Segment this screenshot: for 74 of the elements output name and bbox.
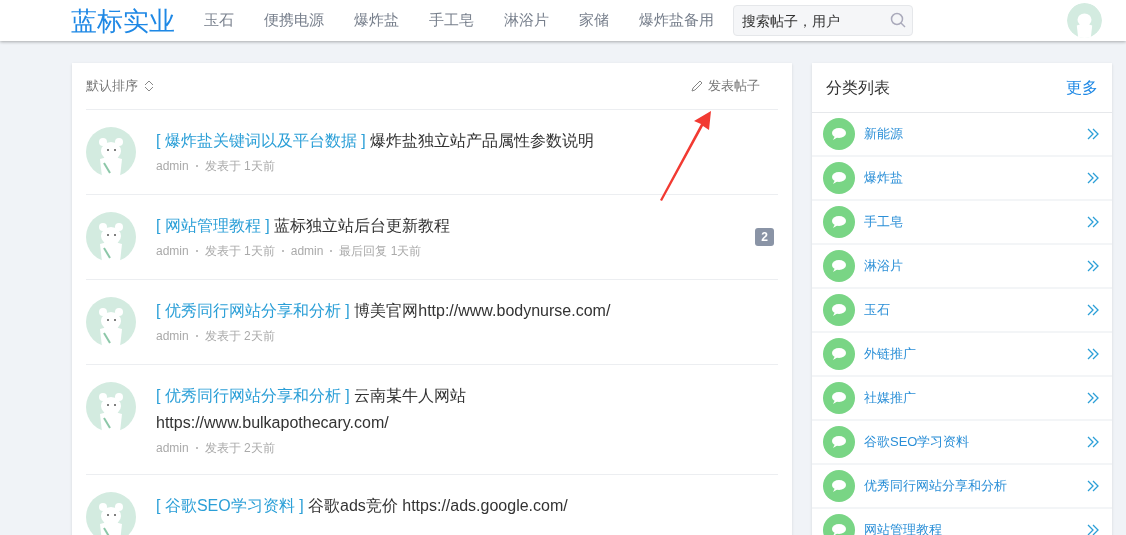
- post-meta: 发表于 1天前: [204, 243, 275, 260]
- nav-link[interactable]: 家储: [564, 9, 624, 32]
- double-chevron-icon: [1086, 479, 1100, 493]
- double-chevron-icon: [1086, 435, 1100, 449]
- avatar-icon: [86, 382, 136, 432]
- panel-title: 分类列表: [826, 77, 890, 98]
- chat-bubble-icon: [823, 250, 855, 282]
- chat-bubble-icon: [823, 426, 855, 458]
- category-item[interactable]: 社媒推广: [812, 377, 1112, 421]
- pencil-icon: [690, 79, 704, 93]
- category-item[interactable]: 玉石: [812, 289, 1112, 333]
- double-chevron-icon: [1086, 127, 1100, 141]
- double-chevron-icon: [1086, 391, 1100, 405]
- post-meta: admin: [156, 158, 189, 175]
- avatar-icon: [86, 212, 136, 262]
- category-name: 谷歌SEO学习资料: [864, 433, 970, 452]
- category-name: 新能源: [864, 125, 903, 144]
- post-meta: admin: [156, 440, 189, 457]
- post-meta: 发表于 2天前: [204, 440, 275, 457]
- category-item[interactable]: 淋浴片: [812, 245, 1112, 289]
- nav-link[interactable]: 淋浴片: [489, 9, 564, 32]
- new-post-button[interactable]: 发表帖子: [690, 76, 760, 96]
- category-item[interactable]: 优秀同行网站分享和分析: [812, 465, 1112, 509]
- avatar-icon: [86, 127, 136, 177]
- chat-bubble-icon: [823, 338, 855, 370]
- double-chevron-icon: [1086, 347, 1100, 361]
- post-meta: 发表于 1天前: [204, 158, 275, 175]
- post-meta: 最后回复 1天前: [339, 243, 422, 260]
- category-name: 手工皂: [864, 213, 903, 232]
- chat-bubble-icon: [823, 162, 855, 194]
- post-meta: admin: [156, 243, 189, 260]
- search-field[interactable]: 搜索帖子，用户: [733, 5, 913, 36]
- nav-link[interactable]: 爆炸盐: [339, 9, 414, 32]
- category-name: 优秀同行网站分享和分析: [864, 477, 1007, 496]
- double-chevron-icon: [1086, 171, 1100, 185]
- category-name: 爆炸盐: [864, 169, 903, 188]
- sort-icon: [142, 79, 156, 93]
- site-logo[interactable]: 蓝标实业: [71, 7, 175, 34]
- category-name: 淋浴片: [864, 257, 903, 276]
- post-title[interactable]: [ 爆炸盐关键词以及平台数据 ] 爆炸盐独立站产品属性参数说明: [156, 127, 656, 154]
- post-meta: admin: [290, 243, 324, 260]
- category-name: 社媒推广: [864, 389, 916, 408]
- double-chevron-icon: [1086, 259, 1100, 273]
- chat-bubble-icon: [823, 206, 855, 238]
- double-chevron-icon: [1086, 523, 1100, 535]
- chat-bubble-icon: [823, 294, 855, 326]
- double-chevron-icon: [1086, 303, 1100, 317]
- chat-bubble-icon: [823, 118, 855, 150]
- category-item[interactable]: 谷歌SEO学习资料: [812, 421, 1112, 465]
- more-link[interactable]: 更多: [1066, 75, 1098, 100]
- post-title[interactable]: [ 谷歌SEO学习资料 ] 谷歌ads竞价 https://ads.google.com/: [156, 492, 656, 519]
- category-item[interactable]: 新能源: [812, 113, 1112, 157]
- reply-count: 2: [755, 228, 774, 246]
- post-meta: 发表于 2天前: [204, 328, 275, 345]
- chat-bubble-icon: [823, 470, 855, 502]
- user-avatar-icon[interactable]: [1067, 3, 1102, 38]
- nav-link[interactable]: 爆炸盐备用: [624, 9, 729, 32]
- chat-bubble-icon: [823, 382, 855, 414]
- category-item[interactable]: 外链推广: [812, 333, 1112, 377]
- category-item[interactable]: 手工皂: [812, 201, 1112, 245]
- category-item[interactable]: 爆炸盐: [812, 157, 1112, 201]
- post-title[interactable]: [ 优秀同行网站分享和分析 ] 云南某牛人网站 https://www.bulkapothecary.com/: [156, 382, 656, 436]
- post-meta: admin: [156, 328, 189, 345]
- category-name: 外链推广: [864, 345, 916, 364]
- double-chevron-icon: [1086, 215, 1100, 229]
- category-name: 玉石: [864, 301, 890, 320]
- nav-link[interactable]: 玉石: [189, 9, 249, 32]
- nav-link[interactable]: 便携电源: [249, 9, 339, 32]
- search-icon[interactable]: [890, 12, 906, 28]
- nav-link[interactable]: 手工皂: [414, 9, 489, 32]
- post-title[interactable]: [ 网站管理教程 ] 蓝标独立站后台更新教程: [156, 212, 656, 239]
- post-title[interactable]: [ 优秀同行网站分享和分析 ] 博美官网http://www.bodynurse.com/: [156, 297, 656, 324]
- sort-dropdown[interactable]: 默认排序: [86, 76, 156, 96]
- avatar-icon: [86, 297, 136, 347]
